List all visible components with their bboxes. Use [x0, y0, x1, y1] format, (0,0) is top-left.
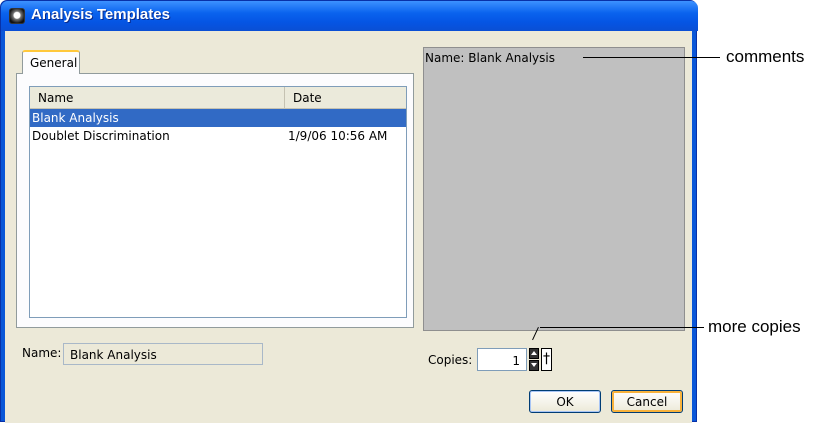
- name-label: Name:: [22, 346, 62, 360]
- name-field[interactable]: Blank Analysis: [63, 343, 263, 365]
- comments-text: Name: Blank Analysis: [425, 51, 555, 65]
- tab-general-label: General: [30, 56, 78, 70]
- copies-spinner[interactable]: [529, 348, 539, 371]
- more-copies-callout: more copies: [708, 317, 801, 336]
- app-icon: [9, 8, 25, 24]
- more-copies-button[interactable]: †: [541, 348, 552, 371]
- table-row[interactable]: Blank Analysis: [30, 109, 406, 127]
- comments-callout: comments: [726, 47, 805, 66]
- comments-callout-line: [583, 57, 720, 58]
- row-name-cell: Blank Analysis: [32, 111, 119, 125]
- copies-input[interactable]: 1: [477, 348, 527, 371]
- spin-up-icon[interactable]: [529, 348, 539, 359]
- comments-area[interactable]: Name: Blank Analysis: [423, 47, 685, 331]
- ok-button[interactable]: OK: [529, 390, 601, 413]
- tab-general[interactable]: General: [22, 50, 80, 74]
- title-bar[interactable]: Analysis Templates: [1, 1, 698, 31]
- column-header-date[interactable]: Date: [285, 87, 406, 109]
- column-header-name[interactable]: Name: [30, 87, 285, 109]
- table-row[interactable]: Doublet Discrimination 1/9/06 10:56 AM: [30, 127, 406, 145]
- window-title: Analysis Templates: [31, 6, 170, 23]
- row-name-cell: Doublet Discrimination: [32, 129, 170, 143]
- cancel-button[interactable]: Cancel: [611, 390, 683, 413]
- more-copies-callout-line: [540, 327, 704, 328]
- copies-label: Copies:: [428, 353, 473, 367]
- row-date-cell: 1/9/06 10:56 AM: [288, 129, 388, 143]
- spin-down-icon[interactable]: [529, 360, 539, 371]
- template-table[interactable]: Name Date Blank Analysis Doublet Discrim…: [29, 86, 407, 318]
